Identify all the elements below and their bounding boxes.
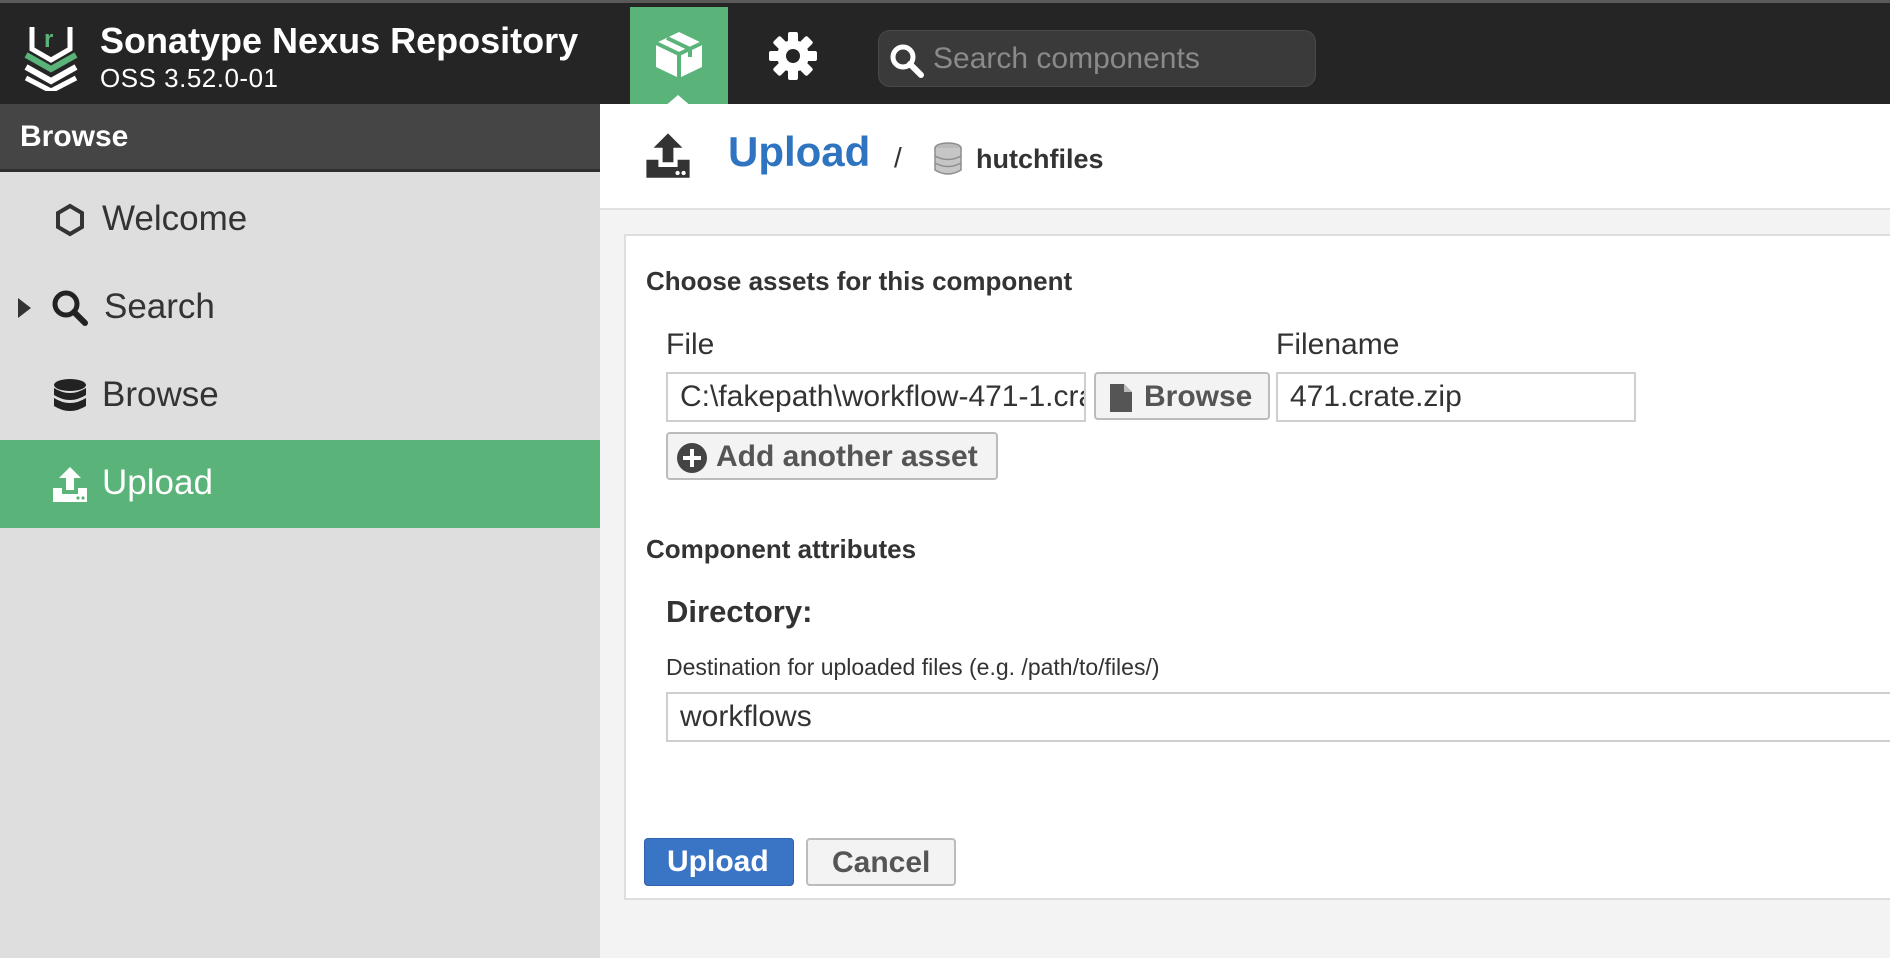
directory-label: Directory:	[666, 594, 813, 629]
svg-text:r: r	[44, 26, 53, 53]
app-title: Sonatype Nexus Repository	[100, 20, 579, 61]
search-icon	[890, 44, 924, 78]
upload-form-panel: Choose assets for this component File C:…	[624, 234, 1890, 900]
filename-label: Filename	[1276, 328, 1400, 361]
sidebar-item-label: Welcome	[102, 199, 248, 238]
browse-file-button[interactable]: Browse	[1094, 372, 1270, 420]
breadcrumb-separator: /	[894, 142, 902, 173]
search-box[interactable]	[878, 30, 1316, 87]
cancel-button[interactable]: Cancel	[806, 838, 956, 886]
add-asset-button[interactable]: Add another asset	[666, 432, 998, 480]
upload-icon	[53, 467, 87, 502]
file-icon	[1110, 384, 1132, 412]
page-title: Upload	[728, 128, 871, 175]
cancel-button-label: Cancel	[832, 846, 931, 879]
browse-mode-button[interactable]	[630, 7, 728, 107]
directory-help-text: Destination for uploaded files (e.g. /pa…	[666, 654, 1160, 680]
sidebar-item-label: Upload	[102, 463, 213, 502]
sidebar-item-label: Search	[104, 287, 215, 326]
upload-icon	[646, 133, 690, 178]
app-header: r Sonatype Nexus Repository OSS 3.52.0-0…	[0, 0, 1890, 107]
repository-icon	[934, 142, 962, 175]
file-field[interactable]: C:\fakepath\workflow-471-1.crate.zip	[666, 372, 1086, 422]
page-titlebar: Upload / hutchfiles	[600, 104, 1890, 210]
assets-section-title: Choose assets for this component	[646, 266, 1073, 296]
gear-icon	[769, 32, 817, 80]
file-label: File	[666, 328, 715, 361]
add-asset-label: Add another asset	[716, 440, 978, 473]
sidebar-header: Browse	[0, 104, 600, 172]
sidebar-item-welcome[interactable]: Welcome	[0, 176, 600, 264]
sidebar-item-upload[interactable]: Upload	[0, 440, 600, 528]
attributes-section-title: Component attributes	[646, 534, 917, 564]
directory-field[interactable]: workflows	[666, 692, 1890, 742]
filename-field[interactable]: 471.crate.zip	[1276, 372, 1636, 422]
sidebar-header-label: Browse	[20, 120, 129, 153]
app-version: OSS 3.52.0-01	[100, 63, 279, 93]
plus-circle-icon	[677, 443, 707, 473]
browse-button-label: Browse	[1144, 380, 1253, 413]
breadcrumb-repository[interactable]: hutchfiles	[976, 144, 1104, 175]
database-icon	[54, 379, 86, 411]
upload-button-label: Upload	[667, 845, 769, 878]
hexagon-icon	[56, 203, 84, 237]
cube-icon	[655, 32, 703, 78]
upload-button[interactable]: Upload	[644, 838, 794, 886]
admin-mode-button[interactable]	[748, 7, 838, 107]
search-input[interactable]	[933, 35, 1303, 83]
sidebar-item-browse[interactable]: Browse	[0, 352, 600, 440]
search-icon	[52, 290, 88, 326]
expand-arrow-icon[interactable]	[18, 298, 31, 318]
sidebar: Browse Welcome Search Browse Upload	[0, 104, 600, 958]
main-content: Upload / hutchfiles Choose assets for th…	[600, 104, 1890, 958]
sidebar-item-label: Browse	[102, 375, 219, 414]
sidebar-item-search[interactable]: Search	[0, 264, 600, 352]
nexus-logo-icon: r	[22, 23, 80, 94]
